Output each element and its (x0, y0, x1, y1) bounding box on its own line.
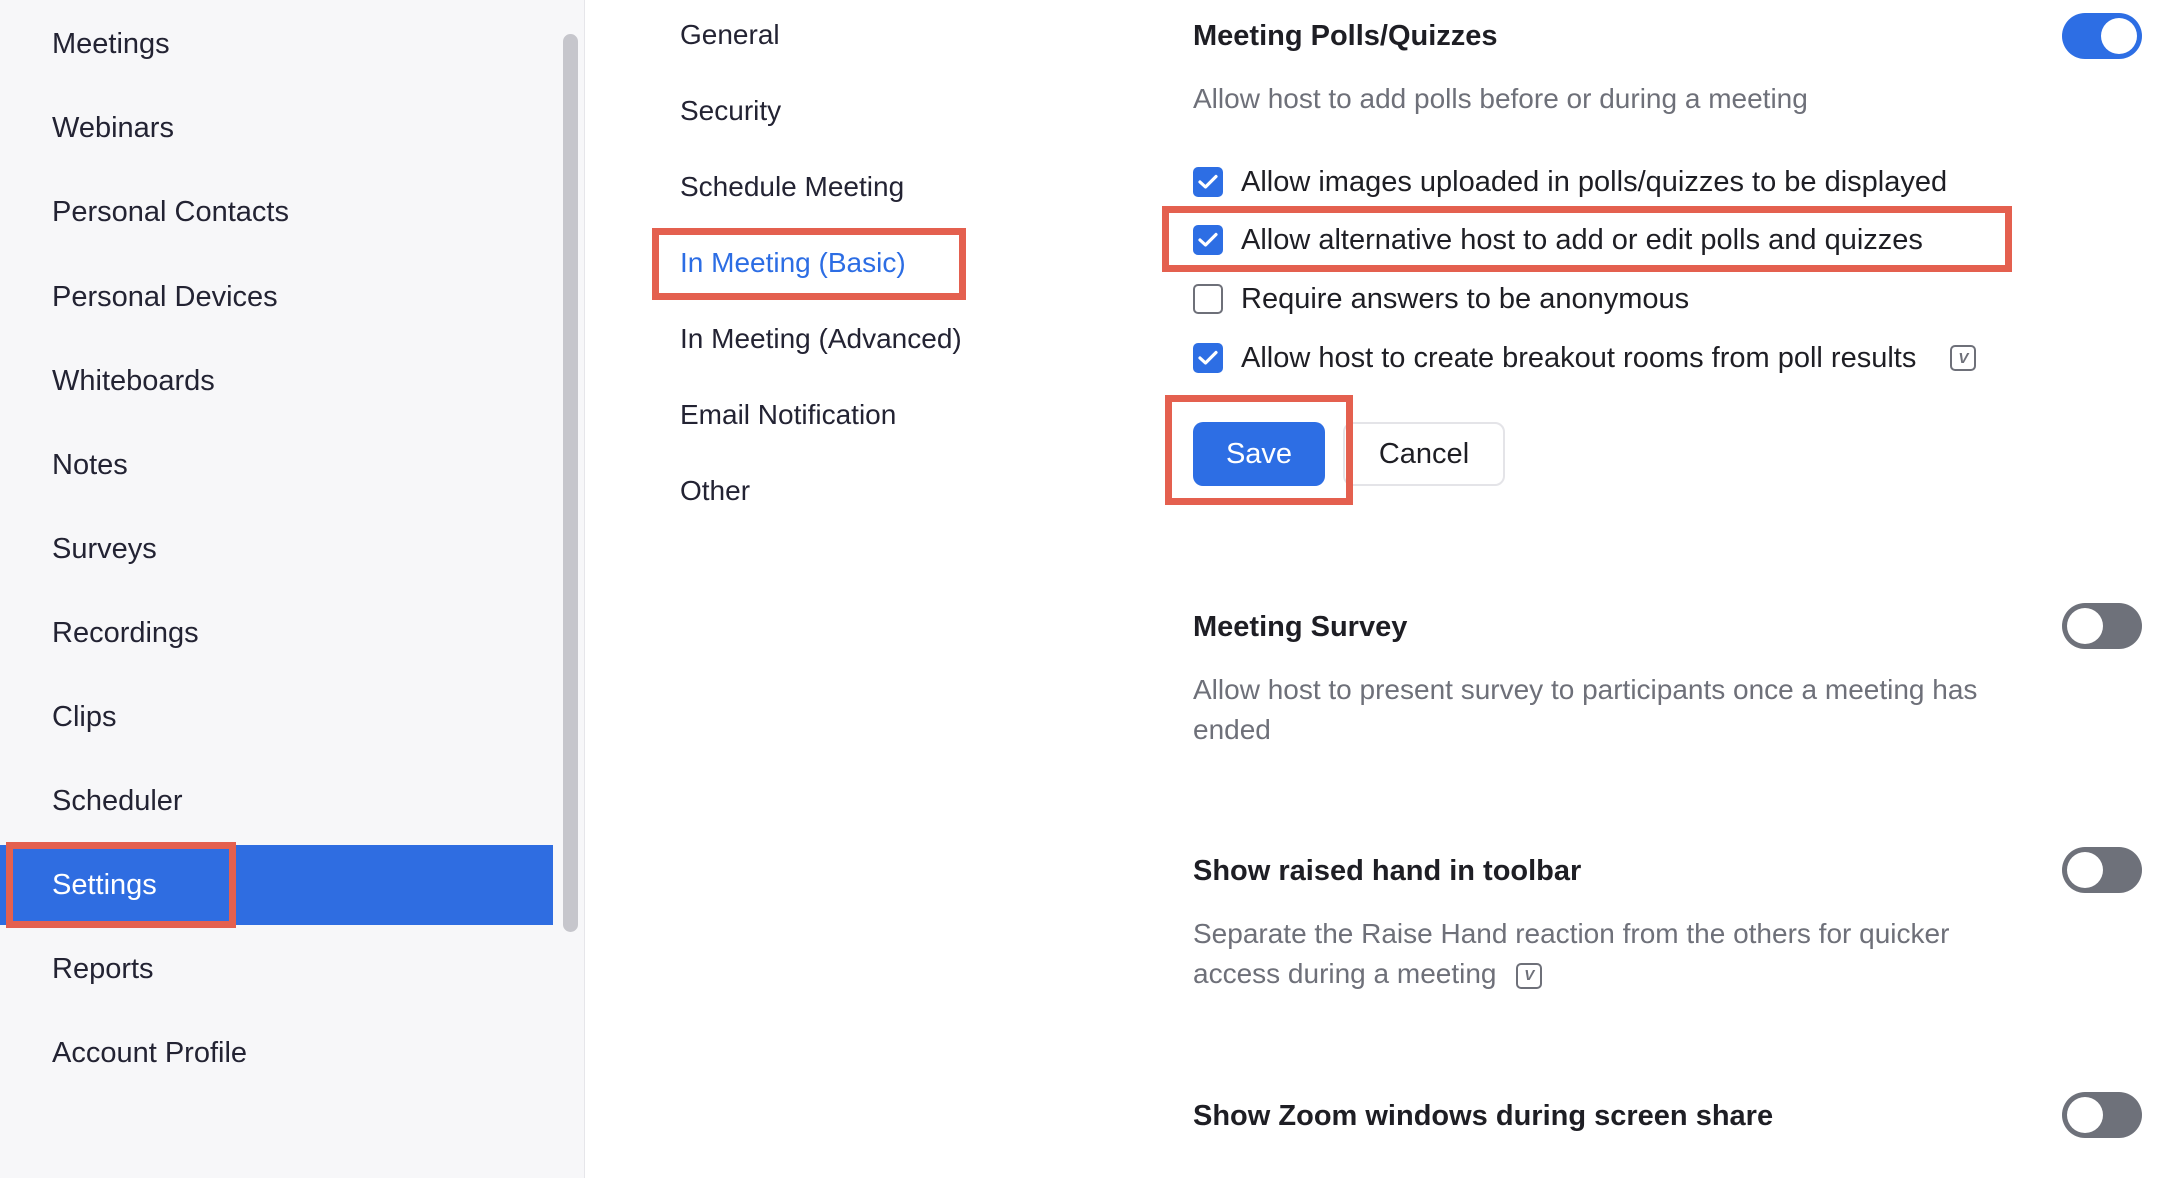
toggle-knob (2101, 18, 2137, 54)
raised-hand-toggle[interactable] (2062, 847, 2142, 893)
settings-content: Meeting Polls/Quizzes Allow host to add … (1193, 0, 2184, 1178)
sidebar-item-notes[interactable]: Notes (0, 425, 553, 505)
polls-title: Meeting Polls/Quizzes (1193, 20, 1498, 52)
toggle-knob (2067, 852, 2103, 888)
sidebar-item-clips[interactable]: Clips (0, 677, 553, 757)
sidebar-item-label: Scheduler (52, 784, 183, 817)
screen-share-title: Show Zoom windows during screen share (1193, 1100, 1774, 1132)
tab-label: In Meeting (Basic) (680, 247, 906, 278)
left-sidebar: Meetings Webinars Personal Contacts Pers… (0, 0, 556, 1178)
sidebar-item-personal-contacts[interactable]: Personal Contacts (0, 172, 553, 252)
option-allow-images[interactable]: Allow images uploaded in polls/quizzes t… (1193, 162, 1947, 202)
sidebar-item-label: Reports (52, 952, 154, 985)
check-icon (1198, 232, 1218, 247)
scrollbar-thumb[interactable] (563, 34, 578, 932)
tab-general[interactable]: General (680, 10, 780, 60)
checkbox-checked[interactable] (1193, 167, 1223, 197)
tab-label: General (680, 19, 780, 50)
sidebar-item-label: Personal Contacts (52, 195, 289, 228)
tab-email-notification[interactable]: Email Notification (680, 390, 896, 440)
polls-description: Allow host to add polls before or during… (1193, 83, 1808, 114)
option-label: Allow host to create breakout rooms from… (1241, 341, 1917, 374)
sidebar-item-label: Notes (52, 448, 128, 481)
sidebar-item-label: Surveys (52, 532, 157, 565)
sidebar-item-label: Webinars (52, 111, 174, 144)
raised-hand-title: Show raised hand in toolbar (1193, 855, 1582, 887)
tab-in-meeting-basic[interactable]: In Meeting (Basic) (680, 238, 906, 288)
option-allow-alternative-host[interactable]: Allow alternative host to add or edit po… (1193, 220, 1923, 260)
sidebar-item-personal-devices[interactable]: Personal Devices (0, 257, 553, 337)
sidebar-item-label: Account Profile (52, 1036, 248, 1069)
sidebar-item-label: Recordings (52, 616, 199, 649)
tab-label: Schedule Meeting (680, 171, 905, 202)
survey-title: Meeting Survey (1193, 611, 1408, 643)
sidebar-item-label: Meetings (52, 27, 170, 60)
option-label: Require answers to be anonymous (1241, 282, 1690, 315)
sidebar-item-settings[interactable]: Settings (0, 845, 553, 925)
description-text: Separate the Raise Hand reaction from th… (1193, 918, 1950, 989)
sidebar-scrollbar[interactable] (556, 0, 585, 1178)
sidebar-item-account-profile[interactable]: Account Profile (0, 1013, 553, 1093)
checkbox-checked[interactable] (1193, 225, 1223, 255)
version-icon[interactable]: V (1950, 345, 1977, 371)
tab-label: Security (680, 95, 782, 126)
check-icon (1198, 174, 1218, 189)
option-breakout-rooms[interactable]: Allow host to create breakout rooms from… (1193, 338, 1977, 378)
sidebar-item-webinars[interactable]: Webinars (0, 88, 553, 168)
sidebar-item-scheduler[interactable]: Scheduler (0, 761, 553, 841)
version-icon[interactable]: V (1516, 962, 1543, 989)
survey-toggle[interactable] (2062, 603, 2142, 649)
save-button[interactable]: Save (1193, 422, 1325, 486)
option-label: Allow images uploaded in polls/quizzes t… (1241, 165, 1948, 198)
sidebar-item-label: Settings (52, 868, 157, 901)
toggle-knob (2067, 1097, 2103, 1133)
tab-other[interactable]: Other (680, 466, 750, 516)
sidebar-item-whiteboards[interactable]: Whiteboards (0, 341, 553, 421)
option-require-anonymous[interactable]: Require answers to be anonymous (1193, 279, 1689, 319)
checkbox-checked[interactable] (1193, 343, 1223, 373)
option-label: Allow alternative host to add or edit po… (1241, 223, 1923, 256)
cancel-button[interactable]: Cancel (1343, 422, 1505, 486)
tab-schedule-meeting[interactable]: Schedule Meeting (680, 162, 904, 212)
tab-label: In Meeting (Advanced) (680, 323, 962, 354)
sidebar-item-label: Whiteboards (52, 364, 215, 397)
raised-hand-description: Separate the Raise Hand reaction from th… (1193, 914, 2033, 994)
sidebar-item-reports[interactable]: Reports (0, 929, 553, 1009)
sidebar-item-surveys[interactable]: Surveys (0, 509, 553, 589)
tab-security[interactable]: Security (680, 86, 781, 136)
tab-label: Email Notification (680, 399, 897, 430)
tab-in-meeting-advanced[interactable]: In Meeting (Advanced) (680, 314, 962, 364)
toggle-knob (2067, 608, 2103, 644)
sidebar-item-recordings[interactable]: Recordings (0, 593, 553, 673)
sidebar-item-meetings[interactable]: Meetings (0, 4, 553, 84)
sidebar-item-label: Personal Devices (52, 280, 278, 313)
check-icon (1198, 350, 1218, 365)
sidebar-item-label: Clips (52, 700, 117, 733)
survey-description: Allow host to present survey to particip… (1193, 674, 1978, 745)
checkbox-unchecked[interactable] (1193, 284, 1223, 314)
screen-share-toggle[interactable] (2062, 1092, 2142, 1138)
polls-toggle[interactable] (2062, 13, 2142, 59)
tab-label: Other (680, 475, 751, 506)
